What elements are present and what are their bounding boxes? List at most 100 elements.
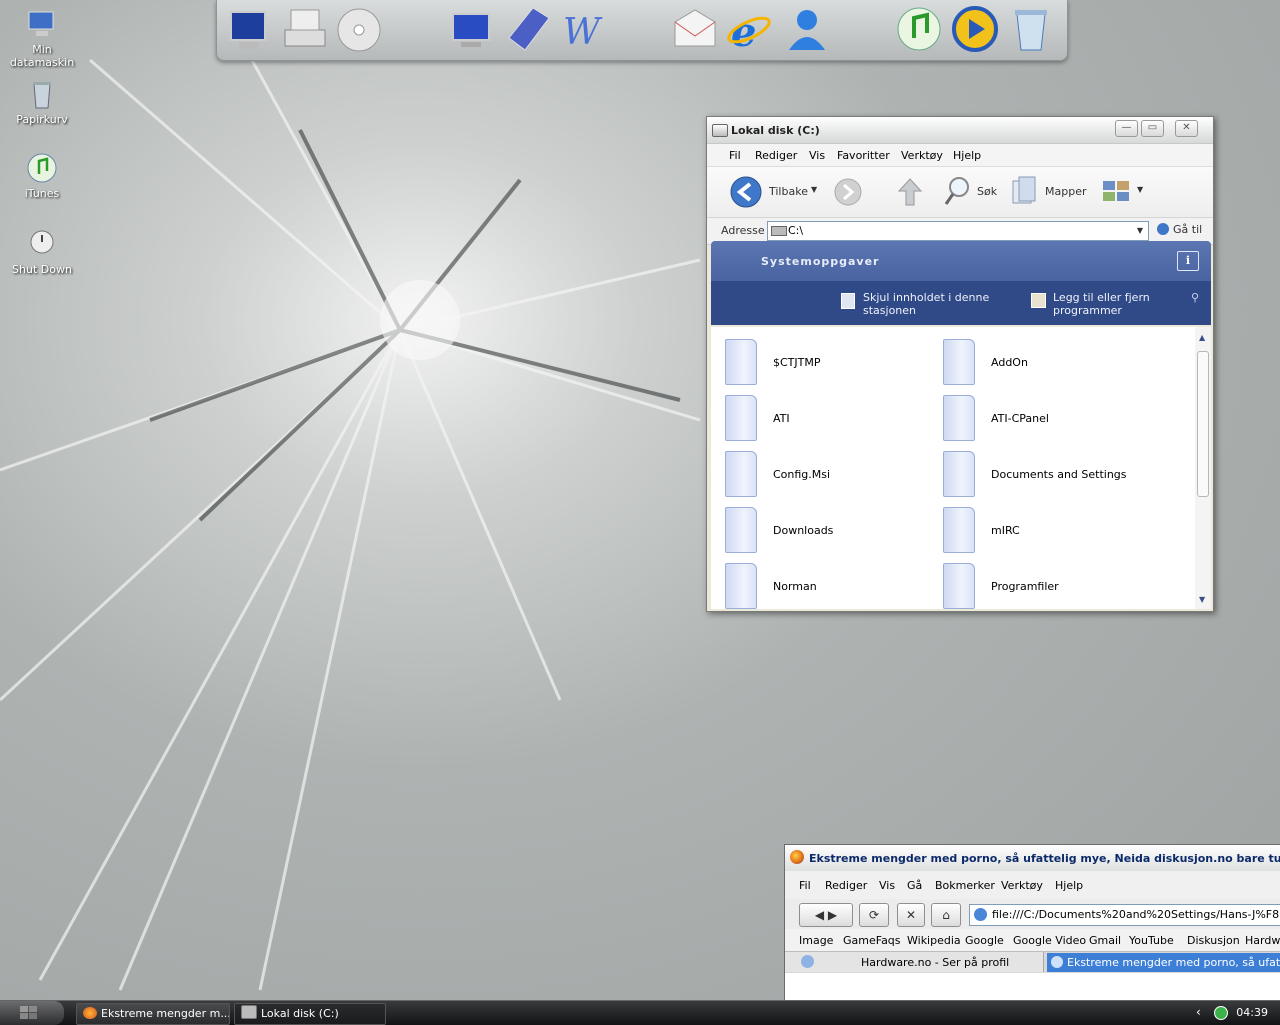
- bookmark-item[interactable]: Google Video: [1013, 934, 1086, 947]
- menu-fil[interactable]: Fil: [799, 879, 811, 892]
- internet-explorer-icon[interactable]: e: [723, 4, 775, 56]
- back-button-label[interactable]: Tilbake: [769, 185, 808, 198]
- vertical-scrollbar[interactable]: ▲ ▼: [1195, 327, 1211, 609]
- font-icon[interactable]: W: [557, 4, 609, 54]
- address-dropdown-icon[interactable]: ▼: [1132, 222, 1148, 240]
- system-tray: ‹ 04:39: [1190, 1001, 1280, 1025]
- folder-item[interactable]: Downloads: [717, 505, 927, 555]
- info-icon[interactable]: i: [1177, 251, 1199, 271]
- address-input[interactable]: C:\ ▼: [767, 221, 1149, 241]
- window-title: Lokal disk (C:): [731, 124, 820, 137]
- back-forward-button[interactable]: ◀ ▶: [799, 903, 853, 927]
- menu-bokmerker[interactable]: Bokmerker: [935, 879, 995, 892]
- folder-icon: [943, 563, 975, 609]
- tab-hardware[interactable]: Hardware.no - Ser på profil: [785, 952, 1044, 972]
- itunes-icon[interactable]: [893, 4, 945, 54]
- bookmark-item[interactable]: Hardwa: [1245, 934, 1280, 947]
- my-computer-icon[interactable]: [223, 4, 275, 54]
- desktop-icon-shutdown[interactable]: Shut Down: [0, 228, 84, 276]
- folder-item[interactable]: Programfiler: [935, 561, 1145, 609]
- network-status-icon[interactable]: [1214, 1006, 1228, 1020]
- recycle-bin-icon[interactable]: [1005, 4, 1057, 54]
- taskbar-button-explorer[interactable]: Lokal disk (C:): [234, 1003, 386, 1025]
- close-button[interactable]: ✕: [1175, 120, 1198, 137]
- url-input[interactable]: file:///C:/Documents%20and%20Settings/Ha…: [969, 904, 1280, 926]
- hide-drive-contents-link[interactable]: Skjul innholdet i denne stasjonen: [863, 291, 989, 317]
- search-icon[interactable]: ⚲: [1191, 291, 1199, 304]
- folder-item[interactable]: ATI: [717, 393, 927, 443]
- bookmark-item[interactable]: Gmail: [1089, 934, 1121, 947]
- network-drive-icon[interactable]: [279, 4, 331, 54]
- address-label: Adresse: [721, 224, 765, 237]
- task-label-line: Legg til eller fjern: [1053, 291, 1150, 304]
- media-player-icon[interactable]: [949, 4, 1001, 54]
- folder-item[interactable]: Documents and Settings: [935, 449, 1145, 499]
- search-button-label[interactable]: Søk: [977, 185, 997, 198]
- desktop-icon-recycle-bin[interactable]: Papirkurv: [0, 78, 84, 126]
- notebook-icon[interactable]: [503, 4, 555, 54]
- menu-verktoy[interactable]: Verktøy: [901, 149, 943, 162]
- tab-label: Hardware.no - Ser på profil: [861, 956, 1010, 969]
- views-dropdown-icon[interactable]: ▼: [1137, 185, 1143, 194]
- folder-item[interactable]: ATI-CPanel: [935, 393, 1145, 443]
- back-arrow-icon[interactable]: [729, 175, 763, 209]
- user-icon[interactable]: [781, 4, 833, 54]
- task-label-line: stasjonen: [863, 304, 917, 317]
- start-button[interactable]: [0, 1001, 64, 1025]
- bookmark-item[interactable]: Google: [965, 934, 1004, 947]
- menu-hjelp[interactable]: Hjelp: [1055, 879, 1083, 892]
- task-label-line: programmer: [1053, 304, 1122, 317]
- menu-verktoy[interactable]: Verktøy: [1001, 879, 1043, 892]
- folder-item[interactable]: $CTJTMP: [717, 337, 927, 387]
- desktop-icon-my-computer[interactable]: Min datamaskin: [0, 8, 84, 69]
- menu-rediger[interactable]: Rediger: [755, 149, 797, 162]
- add-remove-programs-link[interactable]: Legg til eller fjern programmer: [1053, 291, 1150, 317]
- folder-item[interactable]: mIRC: [935, 505, 1145, 555]
- display-icon[interactable]: [447, 4, 499, 54]
- folder-item[interactable]: Norman: [717, 561, 927, 609]
- menu-ga[interactable]: Gå: [907, 879, 922, 892]
- minimize-button[interactable]: —: [1115, 120, 1138, 137]
- tab-active[interactable]: Ekstreme mengder med porno, så ufattelig…: [1047, 953, 1280, 972]
- stop-icon[interactable]: ✕: [897, 903, 925, 927]
- menu-rediger[interactable]: Rediger: [825, 879, 867, 892]
- bookmark-item[interactable]: YouTube: [1129, 934, 1174, 947]
- views-icon[interactable]: [1101, 179, 1133, 205]
- back-dropdown-icon[interactable]: ▼: [811, 185, 817, 194]
- up-folder-icon[interactable]: [897, 177, 923, 207]
- menu-hjelp[interactable]: Hjelp: [953, 149, 981, 162]
- chevron-left-icon[interactable]: ‹: [1196, 1005, 1201, 1019]
- forward-arrow-icon[interactable]: [833, 177, 863, 207]
- home-icon[interactable]: ⌂: [931, 903, 961, 927]
- firefox-titlebar[interactable]: Ekstreme mengder med porno, så ufattelig…: [785, 845, 1280, 871]
- bookmark-item[interactable]: Image: [799, 934, 833, 947]
- menu-vis[interactable]: Vis: [809, 149, 825, 162]
- bookmark-item[interactable]: Diskusjon: [1187, 934, 1240, 947]
- scroll-down-icon[interactable]: ▼: [1199, 595, 1205, 604]
- desktop-icon-itunes[interactable]: iTunes: [0, 152, 84, 200]
- clock[interactable]: 04:39: [1236, 1006, 1268, 1019]
- page-content[interactable]: [785, 973, 1280, 1001]
- explorer-window[interactable]: Lokal disk (C:) — ▭ ✕ Fil Rediger Vis Fa…: [706, 116, 1214, 612]
- maximize-button[interactable]: ▭: [1141, 120, 1164, 137]
- reload-icon[interactable]: ⟳: [859, 903, 889, 927]
- cd-icon[interactable]: [333, 4, 385, 54]
- scrollbar-thumb[interactable]: [1197, 351, 1209, 497]
- folder-item[interactable]: Config.Msi: [717, 449, 927, 499]
- explorer-titlebar[interactable]: Lokal disk (C:) — ▭ ✕: [707, 117, 1213, 144]
- taskbar-button-label: Ekstreme mengder m...: [101, 1007, 230, 1020]
- go-button[interactable]: Gå til: [1157, 223, 1202, 236]
- folders-button-label[interactable]: Mapper: [1045, 185, 1087, 198]
- folder-item[interactable]: AddOn: [935, 337, 1145, 387]
- firefox-window[interactable]: Ekstreme mengder med porno, så ufattelig…: [784, 844, 1280, 1001]
- search-icon[interactable]: [943, 175, 973, 207]
- taskbar-button-firefox[interactable]: Ekstreme mengder m...: [76, 1003, 230, 1025]
- scroll-up-icon[interactable]: ▲: [1199, 333, 1205, 342]
- mail-icon[interactable]: [669, 4, 721, 54]
- menu-fil[interactable]: Fil: [729, 149, 741, 162]
- bookmark-item[interactable]: Wikipedia: [907, 934, 961, 947]
- menu-favoritter[interactable]: Favoritter: [837, 149, 890, 162]
- bookmark-item[interactable]: GameFaqs: [843, 934, 901, 947]
- folders-icon[interactable]: [1009, 175, 1039, 207]
- menu-vis[interactable]: Vis: [879, 879, 895, 892]
